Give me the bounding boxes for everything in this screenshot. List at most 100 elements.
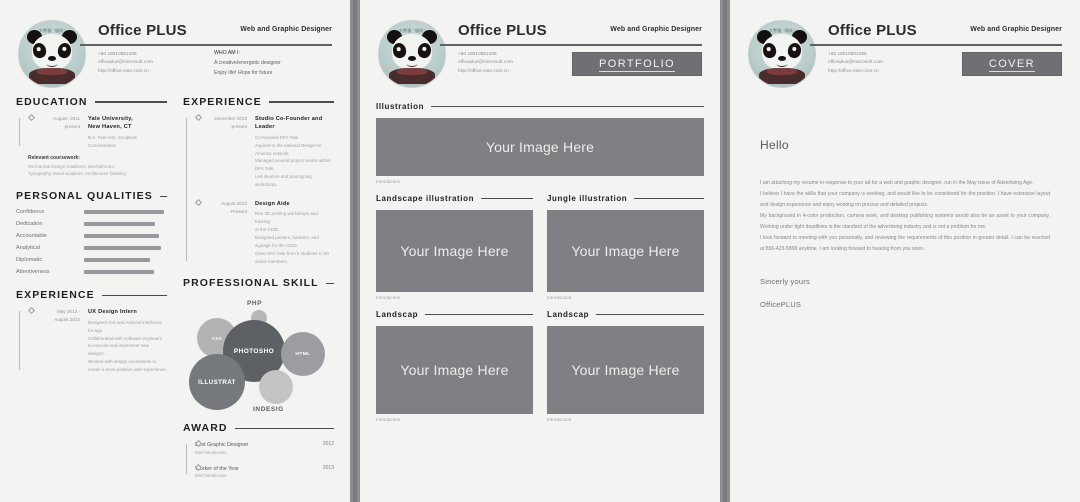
who-am-i-line2: Enjoy life! Hope for future: [214, 69, 273, 76]
portfolio-block: Landscape illustration Your Image Here Int…: [376, 194, 533, 300]
entry-date: August 2013 -Present: [221, 200, 247, 214]
skill-bubble-label: PHP: [247, 300, 263, 308]
entry-date: May 2013 - August 2013: [54, 309, 80, 323]
contact-block: +86 18010881088 officeplus@microsoft.com…: [828, 50, 883, 75]
skill-bubble-chart: PHP CSS PHOTOSHO HTML ILLUSTRAT INDESIG: [183, 296, 334, 416]
contact-email: officeplus@microsoft.com: [828, 59, 883, 65]
cover-tag-label: COVER: [988, 58, 1035, 72]
cover-signature-block: Sincerly yours OfficePLUS: [760, 277, 1050, 309]
contact-block: +86 18010881088 officeplus@microsoft.com…: [458, 50, 513, 75]
contact-website: http://office.msn.com.cn: [828, 67, 879, 73]
header-rule: [810, 44, 1062, 47]
coursework-body: Mechanical Design Coalitions, Mechatroni…: [28, 163, 126, 177]
skill-bubble-label: INDESIG: [253, 406, 284, 414]
quality-bar: [84, 270, 154, 275]
page-divider-2: [720, 0, 730, 502]
contact-website: http://office.msn.com.cn: [98, 67, 149, 73]
portfolio-section-heading: Landscape illustration: [376, 194, 533, 203]
quality-row: Accountable: [16, 233, 167, 239]
image-caption: Introduction.: [376, 417, 402, 422]
entry-title: Yale University, New Haven, CT: [88, 116, 133, 131]
portfolio-section-label: Landscap: [547, 310, 590, 319]
education-timeline: August, 2011 -present Yale University, Ne…: [16, 113, 167, 150]
entry-description: Co-founded DFA Yale. Aspired to the nati…: [255, 134, 331, 188]
resume-right-column: EXPERIENCE December 2013 -present Studio …: [183, 96, 334, 488]
award-name: Best Graphic Designer: [195, 442, 249, 449]
timeline-entry: August, 2011 -present Yale University, Ne…: [27, 113, 167, 150]
entry-description: B.A. Fine Arts, Sculpture Concentration: [88, 134, 138, 148]
portfolio-tag-label: PORTFOLIO: [599, 58, 675, 72]
award-year: 2012: [322, 441, 334, 448]
job-role: Web and Graphic Designer: [240, 26, 332, 33]
cover-paragraph: I look forward to meeting with you perso…: [760, 234, 1050, 252]
quality-label: Attentiveness: [16, 269, 50, 276]
cover-signature: OfficePLUS: [760, 299, 802, 309]
who-am-i-heading: WHO AM I:: [214, 50, 240, 56]
section-experience-bottom: EXPERIENCE: [16, 289, 167, 301]
quality-row: Attentiveness: [16, 269, 167, 275]
page-portfolio: 大熊猫 "福娃" Office PLUS Web and Graphic Des…: [360, 0, 720, 502]
contact-phone: +86 18010881088: [458, 51, 497, 56]
section-education-label: EDUCATION: [16, 96, 88, 108]
section-experience-bottom-label: EXPERIENCE: [16, 289, 95, 302]
entry-date: December 2013 -present: [214, 116, 247, 129]
section-award: AWARD: [183, 422, 334, 434]
section-education: EDUCATION: [16, 96, 167, 108]
award-row: Best Graphic Designer Brief introduction 2…: [194, 440, 334, 455]
portfolio-section-heading: Landscap: [547, 310, 704, 319]
timeline-entry: August 2013 -Present Design Aide Ran 3D pr…: [194, 198, 334, 266]
avatar: 大熊猫 "福娃": [18, 20, 86, 88]
entry-title: Studio Co-Founder and Leader: [255, 116, 323, 131]
portfolio-tag: PORTFOLIO: [572, 52, 702, 76]
brand-name: Office PLUS: [98, 22, 187, 39]
who-am-i-line1: A creative/energetic designer: [214, 59, 281, 66]
skill-bubble: HTML: [281, 332, 325, 377]
timeline-entry: December 2013 -present Studio Co-Founder …: [194, 113, 334, 189]
entry-description: Ran 3D printing workshops and tutoring a…: [255, 211, 329, 264]
portfolio-header: 大熊猫 "福娃" Office PLUS Web and Graphic Des…: [376, 14, 704, 92]
coursework-heading: Relevant coursework:: [28, 154, 80, 161]
portfolio-block: Illustration Your Image Here Introduction.: [376, 102, 704, 184]
entry-title: Design Aide: [255, 200, 290, 207]
brand-name-block: Office PLUS: [828, 22, 917, 39]
section-professional-skill: PROFESSIONAL SKILL: [183, 277, 334, 289]
panda-icon: [755, 28, 809, 85]
avatar: 大熊猫 "福娃": [378, 20, 446, 88]
image-placeholder[interactable]: Your Image Here: [547, 210, 704, 292]
brand-name: Office PLUS: [458, 22, 547, 39]
portfolio-section-label: Landscape illustration: [376, 194, 475, 203]
resume-header: 大熊猫 "福娃" Office PLUS Web and Graphic Des…: [16, 14, 334, 92]
portfolio-body: Illustration Your Image Here Introduction.…: [376, 102, 704, 422]
section-award-label: AWARD: [183, 422, 228, 435]
portfolio-block: Landscap Your Image Here Introduction.: [547, 310, 704, 422]
section-personal-qualities-label: PERSONAL QUALITIES: [16, 190, 153, 203]
cover-paragraph: I believe I have the skills that your co…: [760, 190, 1050, 208]
image-placeholder[interactable]: Your Image Here: [376, 118, 704, 176]
resume-template-preview: 大熊猫 "福娃" Office PLUS Web and Graphic Des…: [0, 0, 1080, 502]
quality-bar: [84, 258, 151, 263]
image-caption: Introduction.: [376, 295, 402, 300]
quality-row: Dedication: [16, 221, 167, 227]
image-placeholder[interactable]: Your Image Here: [376, 210, 533, 292]
quality-bar: [84, 210, 164, 215]
entry-title: UX Design Intern: [88, 309, 138, 316]
portfolio-section-heading: Landscap: [376, 310, 533, 319]
job-role: Web and Graphic Designer: [610, 26, 702, 33]
cover-header: 大熊猫 "福娃" Office PLUS Web and Graphic Des…: [746, 14, 1064, 92]
quality-row: Diplomatic: [16, 257, 167, 263]
award-brief: Brief introduction: [195, 449, 227, 455]
resume-left-column: EDUCATION August, 2011 -present Yale Univ…: [16, 96, 167, 488]
image-placeholder[interactable]: Your Image Here: [376, 326, 533, 414]
image-caption: Introduction.: [376, 179, 402, 184]
header-rule: [440, 44, 702, 47]
skill-bubble: ILLUSTRAT: [189, 354, 245, 411]
quality-label: Accountable: [16, 233, 47, 240]
portfolio-section-label: Jungle illustration: [547, 194, 628, 203]
page-divider-1: [350, 0, 360, 502]
portfolio-row: Landscape illustration Your Image Here Int…: [376, 194, 704, 300]
cover-tag: COVER: [961, 52, 1062, 76]
quality-label: Diplomatic: [16, 257, 43, 264]
cover-paragraph: I am attaching my resume in response to …: [760, 180, 1034, 186]
portfolio-section-label: Illustration: [376, 102, 425, 111]
image-placeholder[interactable]: Your Image Here: [547, 326, 704, 414]
